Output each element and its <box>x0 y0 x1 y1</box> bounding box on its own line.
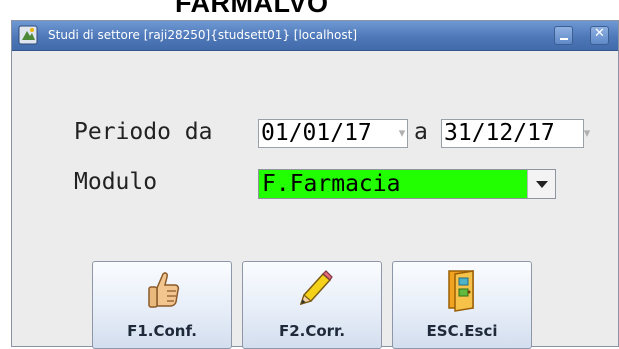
dialog-window: Studi di settore [raji28250]{studsett01}… <box>11 20 619 349</box>
modulo-value: F.Farmacia <box>259 170 527 198</box>
minimize-icon <box>560 38 568 40</box>
close-button[interactable]: ✕ <box>590 26 609 45</box>
date-to-spinner-icon[interactable]: ▾ <box>581 119 593 148</box>
correct-button[interactable]: F2.Corr. <box>242 261 382 349</box>
pencil-icon <box>293 268 333 312</box>
confirm-button[interactable]: F1.Conf. <box>92 261 232 349</box>
exit-button[interactable]: ESC.Esci <box>392 261 532 349</box>
correct-button-label: F2.Corr. <box>278 322 346 340</box>
periodo-label: Periodo da <box>74 119 213 145</box>
date-to-field[interactable]: 31/12/17 <box>441 119 584 148</box>
exit-door-icon <box>443 268 483 312</box>
modulo-label: Modulo <box>74 169 158 195</box>
minimize-button[interactable] <box>554 26 573 45</box>
date-from-spinner-icon[interactable]: ▾ <box>396 119 408 148</box>
page-header-text: FARMALVO <box>175 0 329 18</box>
app-icon <box>18 25 38 45</box>
modulo-dropdown-arrow[interactable] <box>527 170 555 198</box>
modulo-select[interactable]: F.Farmacia <box>258 169 556 199</box>
exit-button-label: ESC.Esci <box>426 322 498 340</box>
title-bar[interactable]: Studi di settore [raji28250]{studsett01}… <box>12 21 618 51</box>
a-label: a <box>414 119 428 145</box>
close-icon: ✕ <box>594 26 605 41</box>
confirm-button-label: F1.Conf. <box>127 322 197 340</box>
chevron-down-icon <box>536 181 548 188</box>
window-title: Studi di settore [raji28250]{studsett01}… <box>48 28 358 42</box>
date-from-field[interactable]: 01/01/17 <box>258 119 408 148</box>
thumbs-up-icon <box>143 268 183 312</box>
